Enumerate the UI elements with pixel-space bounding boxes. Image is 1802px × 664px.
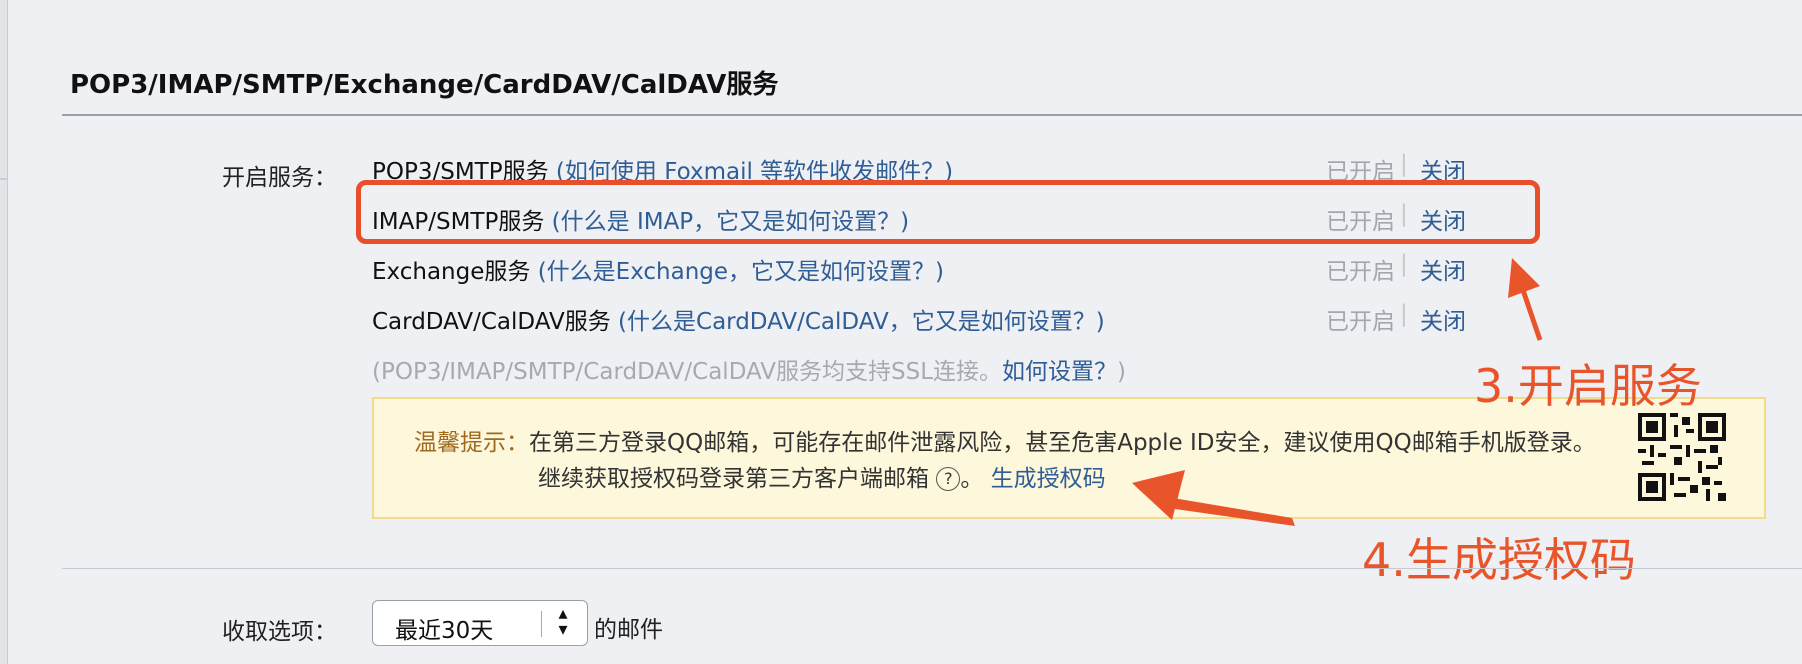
select-arrows-icon: ▴ ▾	[558, 603, 568, 640]
fetch-suffix: 的邮件	[594, 617, 663, 643]
fetch-range-value: 最近30天	[395, 618, 494, 644]
fetch-range-select[interactable]: 最近30天 ▴ ▾	[372, 600, 588, 646]
section-divider	[62, 568, 1802, 569]
step4-arrow-body	[1167, 497, 1295, 526]
step4-annotation: 4.生成授权码	[1362, 533, 1636, 587]
fetch-options-label: 收取选项：	[222, 619, 337, 645]
select-divider	[541, 611, 542, 637]
step3-annotation: 3.开启服务	[1474, 359, 1702, 413]
step3-arrow-shaft	[1520, 289, 1543, 341]
step3-arrow-head	[1508, 258, 1540, 298]
step4-arrow-head	[1132, 470, 1185, 520]
